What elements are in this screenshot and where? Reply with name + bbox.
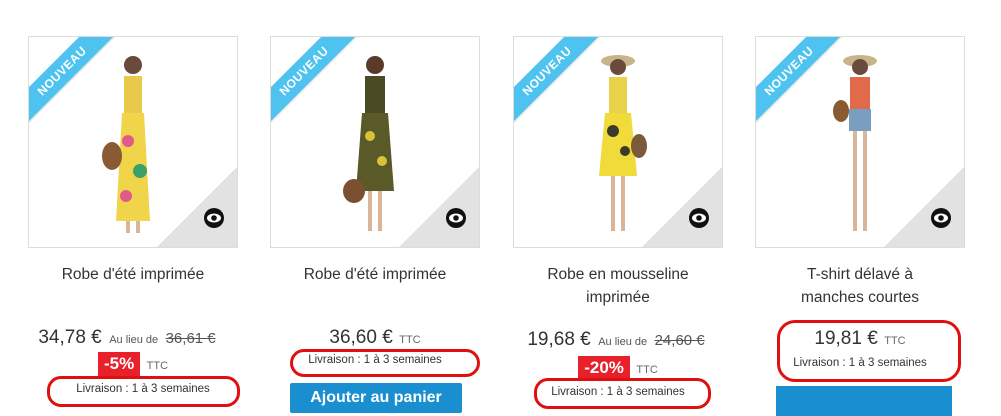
quick-view-eye-icon[interactable]: [688, 207, 710, 229]
product-image-box[interactable]: NOUVEAU: [755, 36, 965, 248]
delivery-info: Livraison : 1 à 3 semaines: [793, 357, 927, 369]
product-price: 36,60 €: [329, 327, 393, 348]
old-price: 24,60 €: [654, 332, 705, 349]
product-image-box[interactable]: NOUVEAU: [270, 36, 480, 248]
discount-badge: -5%: [97, 352, 141, 376]
quick-view-eye-icon[interactable]: [930, 207, 952, 229]
delivery-info: Livraison : 1 à 3 semaines: [551, 386, 685, 398]
product-name[interactable]: Robe d'été imprimée: [270, 263, 480, 286]
product-price: 19,81 €: [814, 328, 878, 349]
price-row: 19,81 € TTC: [814, 328, 906, 349]
quick-view-eye-icon[interactable]: [445, 207, 467, 229]
delivery-info: Livraison : 1 à 3 semaines: [76, 383, 210, 395]
product-name[interactable]: T-shirt délavé à manches courtes: [755, 263, 965, 309]
quick-view-eye-icon[interactable]: [203, 207, 225, 229]
product-price: 34,78 €: [38, 327, 102, 348]
add-to-cart-button[interactable]: [776, 386, 952, 416]
discount-badge: -20%: [578, 356, 630, 380]
add-to-cart-button[interactable]: Ajouter au panier: [290, 383, 462, 413]
price-row: 36,60 € TTC: [329, 327, 421, 348]
product-name[interactable]: Robe d'été imprimée: [28, 263, 238, 286]
delivery-info: Livraison : 1 à 3 semaines: [308, 354, 442, 366]
price-row: 34,78 € Au lieu de 36,61 €: [38, 327, 216, 348]
price-row: 19,68 € Au lieu de 24,60 €: [527, 329, 705, 350]
product-price: 19,68 €: [527, 329, 591, 350]
product-name[interactable]: Robe en mousseline imprimée: [513, 263, 723, 309]
old-price: 36,61 €: [165, 330, 216, 347]
product-image-box[interactable]: NOUVEAU: [28, 36, 238, 248]
product-image-box[interactable]: NOUVEAU: [513, 36, 723, 248]
